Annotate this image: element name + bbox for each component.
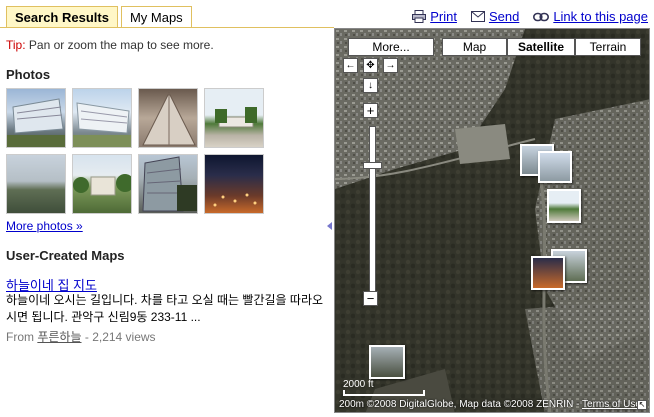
photo-thumbnail[interactable] — [138, 154, 198, 214]
photo-thumbnail[interactable] — [204, 154, 264, 214]
printer-icon — [412, 10, 427, 23]
print-label: Print — [430, 9, 457, 24]
tip-text: Tip: Pan or zoom the map to see more. — [6, 38, 214, 52]
chain-link-icon — [533, 12, 550, 22]
more-photos-link[interactable]: More photos » — [6, 219, 83, 233]
sidebar-tabs: Search Results My Maps — [6, 6, 195, 28]
user-maps-title: User-Created Maps — [6, 248, 125, 263]
pan-right-icon[interactable]: → — [383, 58, 398, 73]
send-label: Send — [488, 9, 520, 24]
zoom-out-icon[interactable]: − — [363, 291, 378, 306]
photo-thumbnail[interactable] — [72, 154, 132, 214]
photo-grid — [6, 88, 264, 214]
scale-label-m: 200m — [339, 399, 365, 410]
map-view[interactable]: More... Map Satellite Terrain ← ✥ → ↓ + … — [334, 28, 650, 413]
map-photo-marker[interactable] — [547, 189, 581, 223]
user-map-attribution: From 푸른하늘 - 2,214 views — [6, 328, 156, 345]
view-count: - 2,214 views — [84, 330, 156, 344]
resize-corner-icon[interactable]: ↖ — [637, 400, 647, 410]
copyright-text: ©2008 DigitalGlobe, Map data ©2008 ZENRI… — [366, 399, 583, 410]
send-link[interactable]: Send — [470, 9, 520, 24]
collapse-panel-icon[interactable] — [327, 222, 332, 230]
map-type-satellite[interactable]: Satellite — [507, 38, 575, 56]
map-type-map[interactable]: Map — [442, 38, 507, 56]
pan-down-icon[interactable]: ↓ — [363, 78, 378, 93]
photo-thumbnail[interactable] — [72, 88, 132, 148]
link-to-page[interactable]: Link to this page — [533, 9, 648, 24]
tip-message: Pan or zoom the map to see more. — [28, 38, 214, 52]
zoom-slider-handle[interactable] — [363, 162, 382, 169]
terms-of-use-link[interactable]: Terms of Use — [582, 399, 641, 410]
link-label: Link to this page — [553, 9, 648, 24]
tab-search-results[interactable]: Search Results — [6, 6, 118, 28]
tip-label: Tip: — [6, 38, 26, 52]
map-type-terrain[interactable]: Terrain — [575, 38, 641, 56]
more-layers-button[interactable]: More... — [348, 38, 434, 56]
user-map-description: 하늘이네 오시는 길입니다. 차를 타고 오실 때는 빨간길을 따라오시면 됩니… — [6, 293, 324, 324]
photo-thumbnail[interactable] — [204, 88, 264, 148]
toplinks: Print Send Link to this page — [412, 9, 648, 24]
author-link[interactable]: 푸른하늘 — [37, 330, 81, 344]
zoom-slider-track[interactable] — [369, 126, 376, 292]
reset-center-icon[interactable]: ✥ — [363, 58, 378, 73]
photo-thumbnail[interactable] — [138, 88, 198, 148]
tab-my-maps[interactable]: My Maps — [120, 6, 192, 28]
tab-divider — [0, 27, 334, 28]
zoom-in-icon[interactable]: + — [363, 103, 378, 118]
print-link[interactable]: Print — [412, 9, 457, 24]
map-photo-marker[interactable] — [531, 256, 565, 290]
map-copyright: 200m ©2008 DigitalGlobe, Map data ©2008 … — [339, 399, 641, 410]
from-label: From — [6, 330, 34, 344]
photo-thumbnail[interactable] — [6, 88, 66, 148]
photos-title: Photos — [6, 67, 51, 82]
scale-bar — [343, 390, 425, 396]
map-photo-marker[interactable] — [538, 151, 572, 183]
envelope-icon — [470, 11, 485, 22]
pan-left-icon[interactable]: ← — [343, 58, 358, 73]
map-scale: 2000 ft — [343, 379, 425, 396]
map-photo-marker[interactable] — [369, 345, 405, 379]
scale-label-ft: 2000 ft — [343, 379, 374, 390]
photo-thumbnail[interactable] — [6, 154, 66, 214]
